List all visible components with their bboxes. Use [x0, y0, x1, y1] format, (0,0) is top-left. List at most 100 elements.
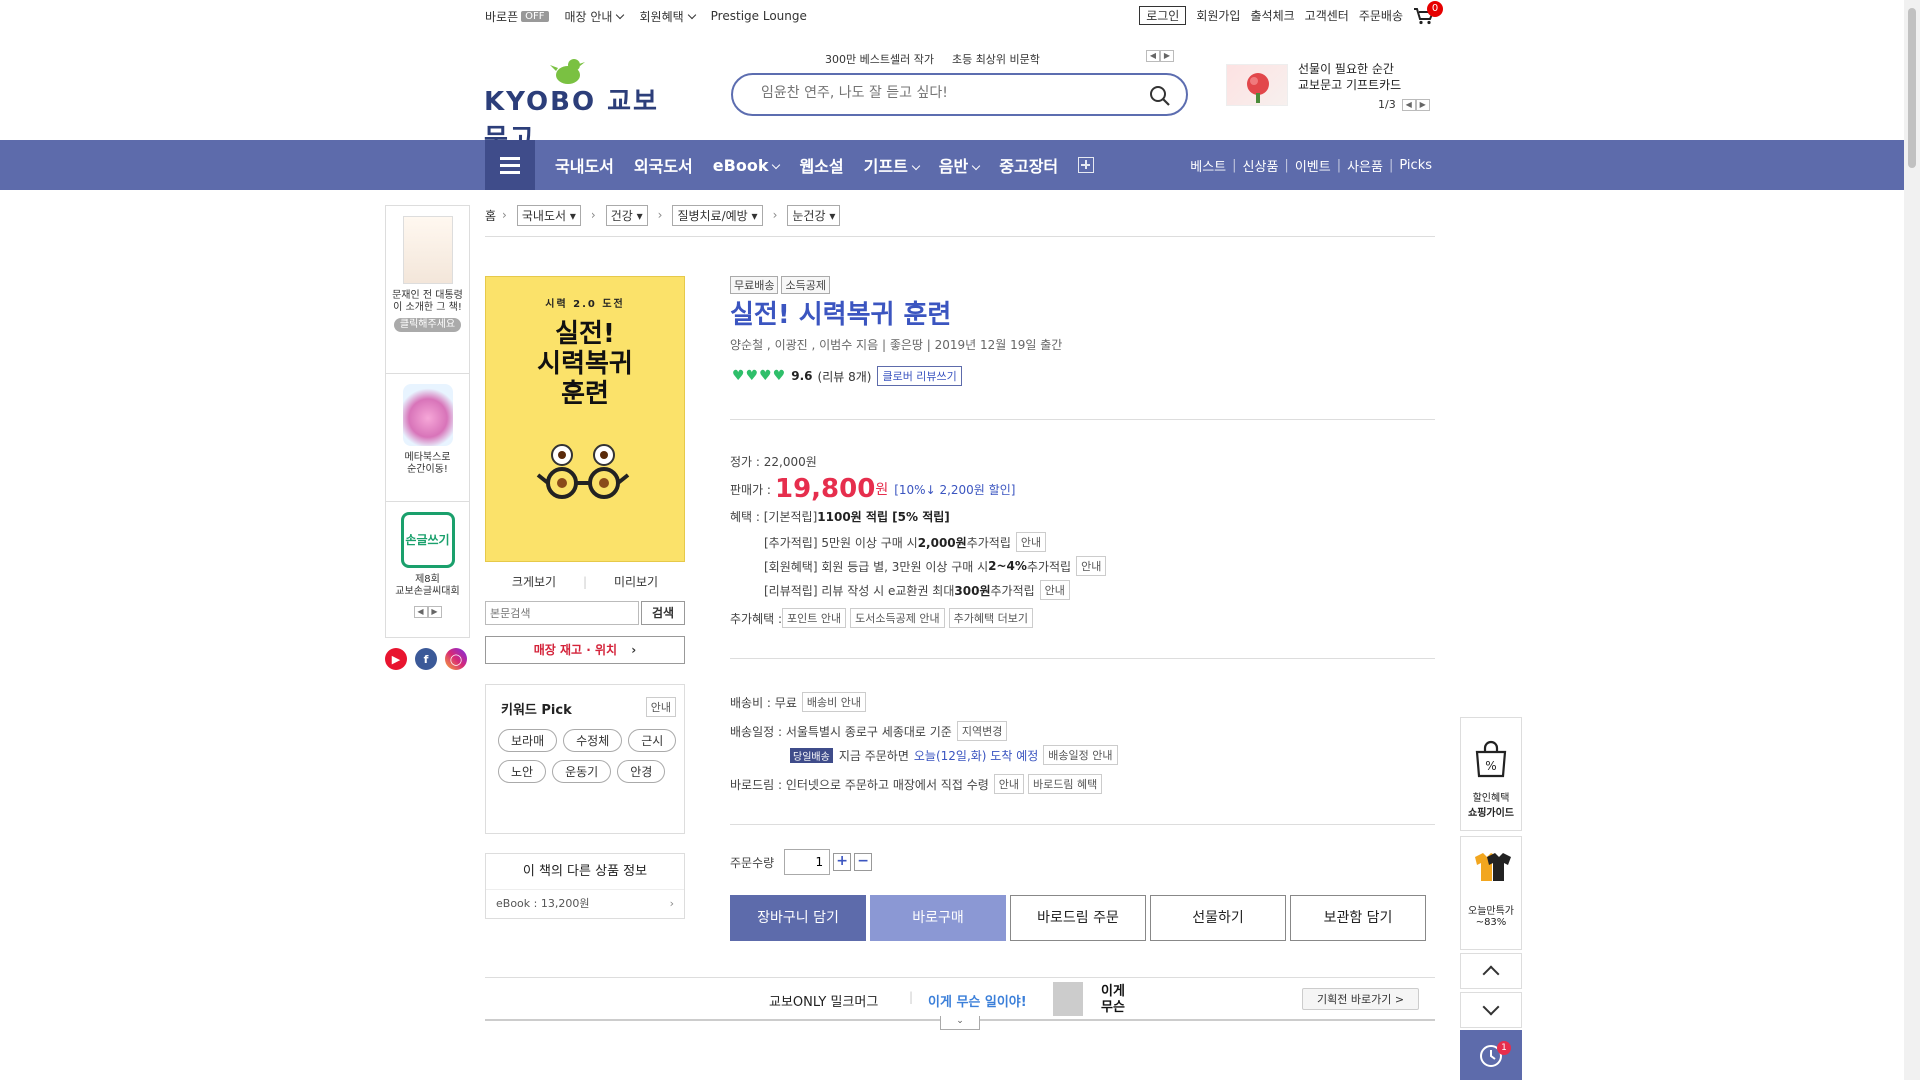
book-deduction-info-button[interactable]: 도서소득공제 안내 — [850, 608, 945, 628]
keyword-chip[interactable]: 수정체 — [563, 729, 623, 752]
body-search-input[interactable] — [485, 601, 639, 625]
nav-freebie[interactable]: 사은품 — [1347, 156, 1383, 175]
gift-button[interactable]: 선물하기 — [1150, 895, 1286, 941]
preview-button[interactable]: 미리보기 — [587, 573, 685, 590]
scroll-top-button[interactable] — [1460, 953, 1522, 989]
prestige-lounge-link[interactable]: Prestige Lounge — [711, 9, 807, 23]
nav-ebook[interactable]: eBook — [713, 156, 781, 175]
write-review-button[interactable]: 클로버 리뷰쓰기 — [877, 366, 962, 386]
search-keyword[interactable]: 300만 베스트셀러 작가 — [825, 51, 934, 67]
cover-title-line: 시력복귀 — [537, 349, 633, 379]
next-banner-button[interactable]: ▶ — [1415, 98, 1430, 111]
instagram-icon[interactable]: ◯ — [445, 648, 467, 670]
search-input[interactable] — [761, 85, 1121, 101]
add-to-cart-button[interactable]: 장바구니 담기 — [730, 895, 866, 941]
next-keyword-button[interactable]: ▶ — [1160, 50, 1174, 62]
keyword-chip[interactable]: 보라매 — [498, 729, 558, 752]
recent-viewed-button[interactable]: 1 — [1460, 1030, 1522, 1080]
nav-used-market[interactable]: 중고장터 — [999, 153, 1058, 177]
nav-gift[interactable]: 기프트 — [864, 153, 921, 177]
prev-keyword-button[interactable]: ◀ — [1146, 50, 1160, 62]
shipping-fee-info-button[interactable]: 배송비 안내 — [801, 692, 866, 712]
buy-now-button[interactable]: 바로구매 — [870, 895, 1006, 941]
giftcard-pager: 1/3 ◀ ▶ — [1378, 98, 1430, 111]
wishlist-button[interactable]: 보관함 담기 — [1290, 895, 1426, 941]
ebook-edition-link[interactable]: eBook : 13,200원 › — [486, 890, 684, 918]
keyword-chip[interactable]: 노안 — [498, 760, 547, 783]
login-button[interactable]: 로그인 — [1139, 6, 1187, 25]
nav-picks[interactable]: Picks — [1399, 158, 1432, 173]
left-banner-handwriting[interactable]: 손글쓰기 제8회 교보손글씨대회 ◀ ▶ — [386, 512, 469, 640]
more-benefits-button[interactable]: 추가혜택 더보기 — [948, 608, 1033, 628]
member-benefit-menu[interactable]: 회원혜택 — [639, 8, 696, 25]
milk-mug-promo-banner[interactable]: 교보ONLY 밀크머그 | 이게 무슨 일이야! 이게 무슨 기획전 바로가기 … — [485, 977, 1435, 1021]
info-button[interactable]: 안내 — [1076, 556, 1107, 576]
signup-link[interactable]: 회원가입 — [1196, 7, 1240, 24]
promo-text: 이게 무슨 — [1101, 984, 1125, 1016]
nav-web-novel[interactable]: 웹소설 — [799, 153, 843, 177]
sale-price-unit: 원 — [875, 482, 889, 498]
prev-banner-button[interactable]: ◀ — [413, 606, 428, 618]
keyword-info-button[interactable]: 안내 — [645, 697, 676, 717]
schedule-info-button[interactable]: 배송일정 안내 — [1043, 745, 1118, 765]
cart-button[interactable]: 0 — [1413, 0, 1443, 25]
quantity-decrease-button[interactable]: − — [854, 853, 873, 871]
left-banner-metabooks[interactable]: 메타북스로 순간이동! — [386, 384, 469, 502]
giftcard-line2: 교보문고 기프트카드 — [1298, 78, 1402, 92]
order-delivery-link[interactable]: 주문배송 — [1359, 7, 1403, 24]
change-region-button[interactable]: 지역변경 — [956, 721, 1008, 741]
search-icon[interactable] — [1148, 84, 1172, 108]
store-stock-button[interactable]: 매장 재고 · 위치 › — [485, 636, 685, 664]
member-benefit-text: [회원혜택] 회원 등급 별, 3만원 이상 구매 시 — [764, 559, 989, 574]
store-info-menu[interactable]: 매장 안내 — [565, 8, 625, 25]
nav-new[interactable]: 신상품 — [1243, 156, 1279, 175]
nav-music[interactable]: 음반 — [939, 153, 981, 177]
nav-foreign-books[interactable]: 외국도서 — [634, 153, 693, 177]
point-info-button[interactable]: 포인트 안내 — [782, 608, 847, 628]
youtube-icon[interactable]: ▶ — [385, 648, 407, 670]
page-scrollbar[interactable] — [1904, 0, 1920, 1080]
body-search-button[interactable]: 검색 — [641, 601, 685, 625]
breadcrumb-home[interactable]: 홈 — [485, 207, 496, 224]
kyobo-logo[interactable]: KYOBO 교보문고 — [484, 55, 664, 154]
prev-banner-button[interactable]: ◀ — [1401, 98, 1416, 111]
customer-center-link[interactable]: 고객센터 — [1305, 7, 1349, 24]
member-benefit-row: [회원혜택] 회원 등급 별, 3만원 이상 구매 시 2~4% 추가적립 안내 — [764, 556, 1107, 576]
breadcrumb-level-3[interactable]: 질병치료/예방 ▾ — [672, 204, 763, 226]
info-button[interactable]: 안내 — [993, 774, 1025, 794]
quantity-input[interactable] — [784, 849, 831, 875]
shipping-schedule: 배송일정 : 서울특별시 종로구 세종대로 기준 — [730, 724, 952, 739]
breadcrumb-level-2[interactable]: 건강 ▾ — [605, 204, 648, 226]
search-keyword[interactable]: 초등 최상위 비문학 — [952, 51, 1040, 67]
facebook-icon[interactable]: f — [415, 648, 437, 670]
scroll-bottom-button[interactable] — [1460, 992, 1522, 1028]
left-banner-book[interactable]: 문재인 전 대통령 이 소개한 그 책! 클릭해주세요 — [386, 216, 469, 374]
giftcard-banner[interactable]: 선물이 필요한 순간 교보문고 기프트카드 1/3 ◀ ▶ — [1226, 60, 1436, 120]
next-banner-button[interactable]: ▶ — [427, 606, 442, 618]
breadcrumb-level-1[interactable]: 국내도서 ▾ — [516, 204, 581, 226]
zoom-view-button[interactable]: 크게보기 — [485, 573, 583, 590]
info-button[interactable]: 안내 — [1015, 532, 1047, 552]
attendance-link[interactable]: 출석체크 — [1250, 7, 1294, 24]
nav-event[interactable]: 이벤트 — [1295, 156, 1331, 175]
nav-more-icon[interactable] — [1078, 157, 1095, 173]
keyword-chip[interactable]: 근시 — [628, 729, 677, 752]
banner-toggle-button[interactable]: ⌄ — [940, 1016, 980, 1030]
hamburger-menu-button[interactable] — [485, 140, 535, 190]
keyword-chip[interactable]: 안경 — [617, 760, 666, 783]
nav-best[interactable]: 베스트 — [1190, 156, 1226, 175]
shopping-guide-button[interactable]: % 할인혜택 쇼핑가이드 — [1460, 717, 1522, 831]
todays-deal-button[interactable]: 오늘만특가 ~83% — [1460, 836, 1522, 950]
nav-domestic-books[interactable]: 국내도서 — [555, 153, 614, 177]
quantity-increase-button[interactable]: + — [833, 853, 852, 871]
barodrim-order-button[interactable]: 바로드림 주문 — [1010, 895, 1146, 941]
info-button[interactable]: 안내 — [1039, 580, 1070, 600]
baroreturn-toggle[interactable]: 바로픈 OFF — [485, 8, 549, 25]
scrollbar-thumb[interactable] — [1908, 8, 1916, 168]
barodrim-benefit-button[interactable]: 바로드림 혜택 — [1028, 774, 1103, 794]
keyword-chip[interactable]: 운동기 — [552, 760, 612, 783]
promo-link-button[interactable]: 기획전 바로가기 > — [1302, 988, 1420, 1010]
breadcrumb-level-4[interactable]: 눈건강 ▾ — [787, 204, 841, 226]
review-count[interactable]: (리뷰 8개) — [818, 368, 872, 385]
book-cover-image[interactable]: 시력 2.0 도전 실전! 시력복귀 훈련 — [485, 276, 685, 562]
